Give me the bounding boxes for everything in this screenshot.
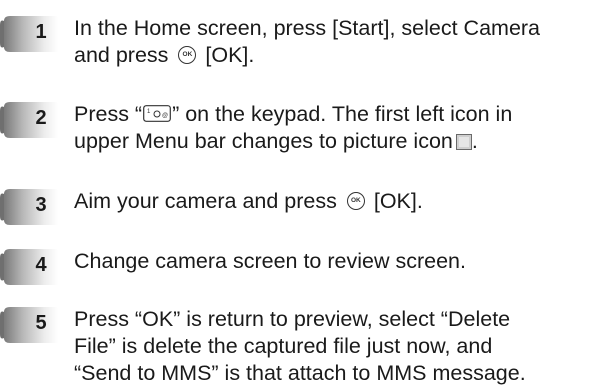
step-text-line: Press “OK” is return to preview, select … <box>74 307 511 331</box>
keypad-camera-key-icon: 1 @ <box>143 105 171 122</box>
step-text-line: [OK]. <box>205 43 255 67</box>
step-text-line: Change camera screen to review screen. <box>74 249 466 273</box>
step-text: Change camera screen to review screen. <box>74 248 594 275</box>
ok-icon-label: OK <box>182 51 193 58</box>
ok-icon-label: OK <box>351 197 361 204</box>
step-text: Press “OK” is return to preview, select … <box>74 306 594 387</box>
step-text-line: Press “ <box>74 102 143 126</box>
ok-button-icon: OK <box>346 192 365 210</box>
step-number: 2 <box>35 107 47 129</box>
step-number-badge: 5 <box>0 306 58 344</box>
step-text-line: upper Menu bar changes to picture icon <box>74 129 453 153</box>
step-text: Press “ 1 @ ” on the keypad. The first l… <box>74 101 594 155</box>
step-number: 3 <box>35 194 47 216</box>
instruction-steps: 1 In the Home screen, press [Start], sel… <box>0 0 596 391</box>
step-text-line: “Send to MMS” is that attach to MMS mess… <box>74 361 526 385</box>
step-text-line: In the Home screen, press [Start], selec… <box>74 16 541 40</box>
picture-icon <box>455 134 472 150</box>
step-text-line: [OK]. <box>373 189 423 213</box>
step-text-line: ” on the keypad. The first left icon in <box>172 102 513 126</box>
step-number-badge: 4 <box>0 248 58 286</box>
step-text-line: and press <box>74 43 169 67</box>
step-number-badge: 2 <box>0 101 58 139</box>
step-text-line: File” is delete the captured file just n… <box>74 334 493 358</box>
ok-button-icon: OK <box>178 46 197 64</box>
step-text-line: Aim your camera and press <box>74 189 337 213</box>
step-number-badge: 1 <box>0 15 58 53</box>
step-number-badge: 3 <box>0 188 58 226</box>
step-text: In the Home screen, press [Start], selec… <box>74 15 594 69</box>
step-text: Aim your camera and press OK [OK]. <box>74 188 594 215</box>
step-text-line: . <box>471 129 478 153</box>
step-number: 1 <box>35 21 47 43</box>
step-number: 5 <box>35 312 47 334</box>
step-number: 4 <box>35 254 47 276</box>
svg-text:@: @ <box>162 113 168 119</box>
